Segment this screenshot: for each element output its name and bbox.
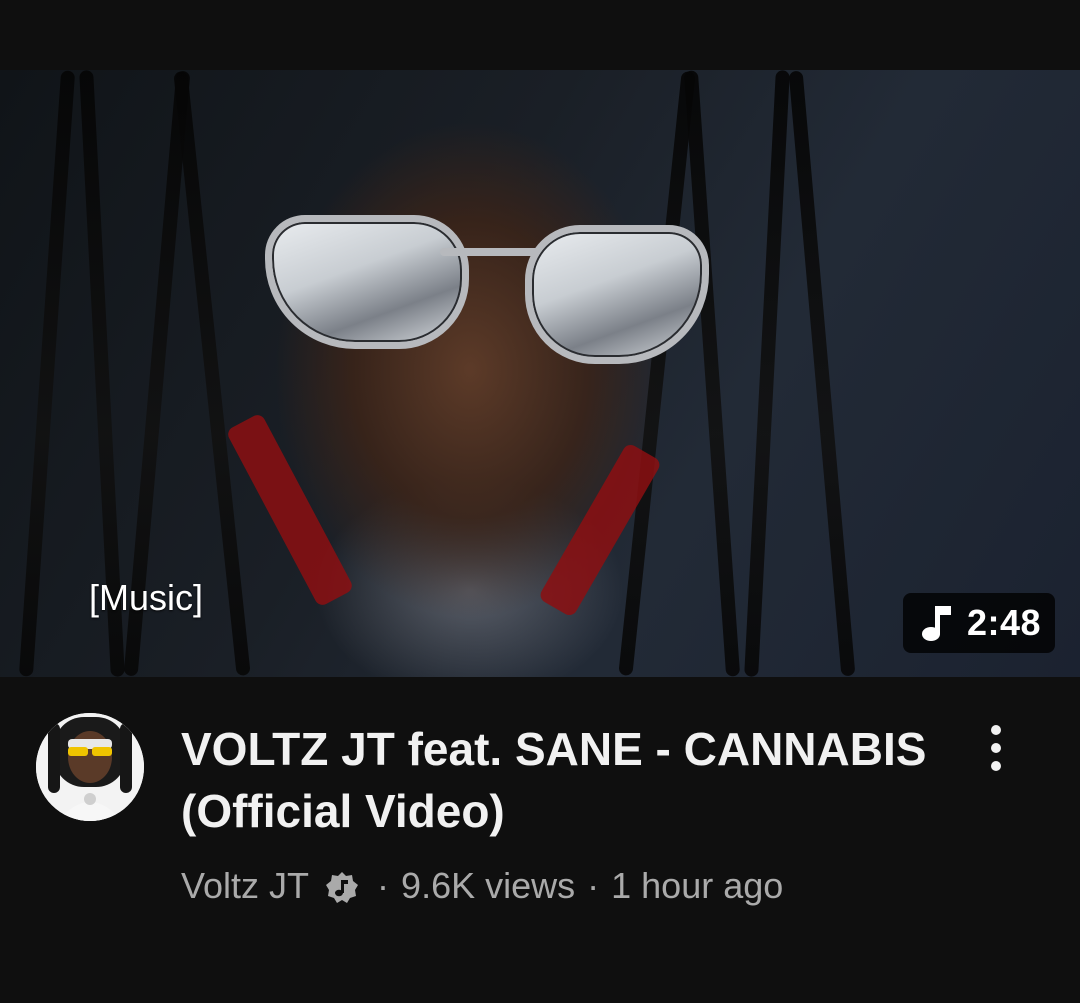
video-caption: [Music]: [89, 577, 204, 618]
thumbnail-art: [265, 215, 469, 349]
video-metadata: Voltz JT · 9.6K views · 1 hour ago: [181, 862, 783, 910]
video-thumbnail[interactable]: [Music] 2:48: [0, 70, 1080, 677]
avatar-image: [36, 713, 144, 821]
thumbnail-art: [225, 412, 355, 608]
thumbnail-art: [683, 70, 741, 677]
view-count: 9.6K views: [401, 865, 576, 906]
video-card: [Music] 2:48 VOLTZ JT feat. SANE - CANNA…: [0, 0, 1080, 1003]
duration-badge: 2:48: [902, 593, 1055, 653]
channel-name[interactable]: Voltz JT: [181, 862, 309, 910]
meta-separator: ·: [587, 865, 600, 906]
upload-age: 1 hour ago: [611, 865, 784, 906]
more-vertical-icon: [989, 723, 1003, 778]
meta-separator: ·: [377, 865, 390, 906]
thumbnail-art: [440, 248, 540, 256]
thumbnail-art: [744, 70, 790, 677]
music-note-icon: [921, 604, 953, 642]
duration-text: 2:48: [966, 602, 1041, 643]
channel-avatar[interactable]: [36, 713, 144, 821]
verified-music-icon: [325, 869, 359, 903]
thumbnail-art: [18, 70, 76, 677]
thumbnail-art: [618, 70, 696, 677]
thumbnail-art: [525, 225, 709, 364]
more-options-button[interactable]: [966, 717, 1026, 783]
video-title[interactable]: VOLTZ JT feat. SANE - CANNABIS (Official…: [181, 718, 941, 842]
thumbnail-art: [788, 70, 856, 677]
